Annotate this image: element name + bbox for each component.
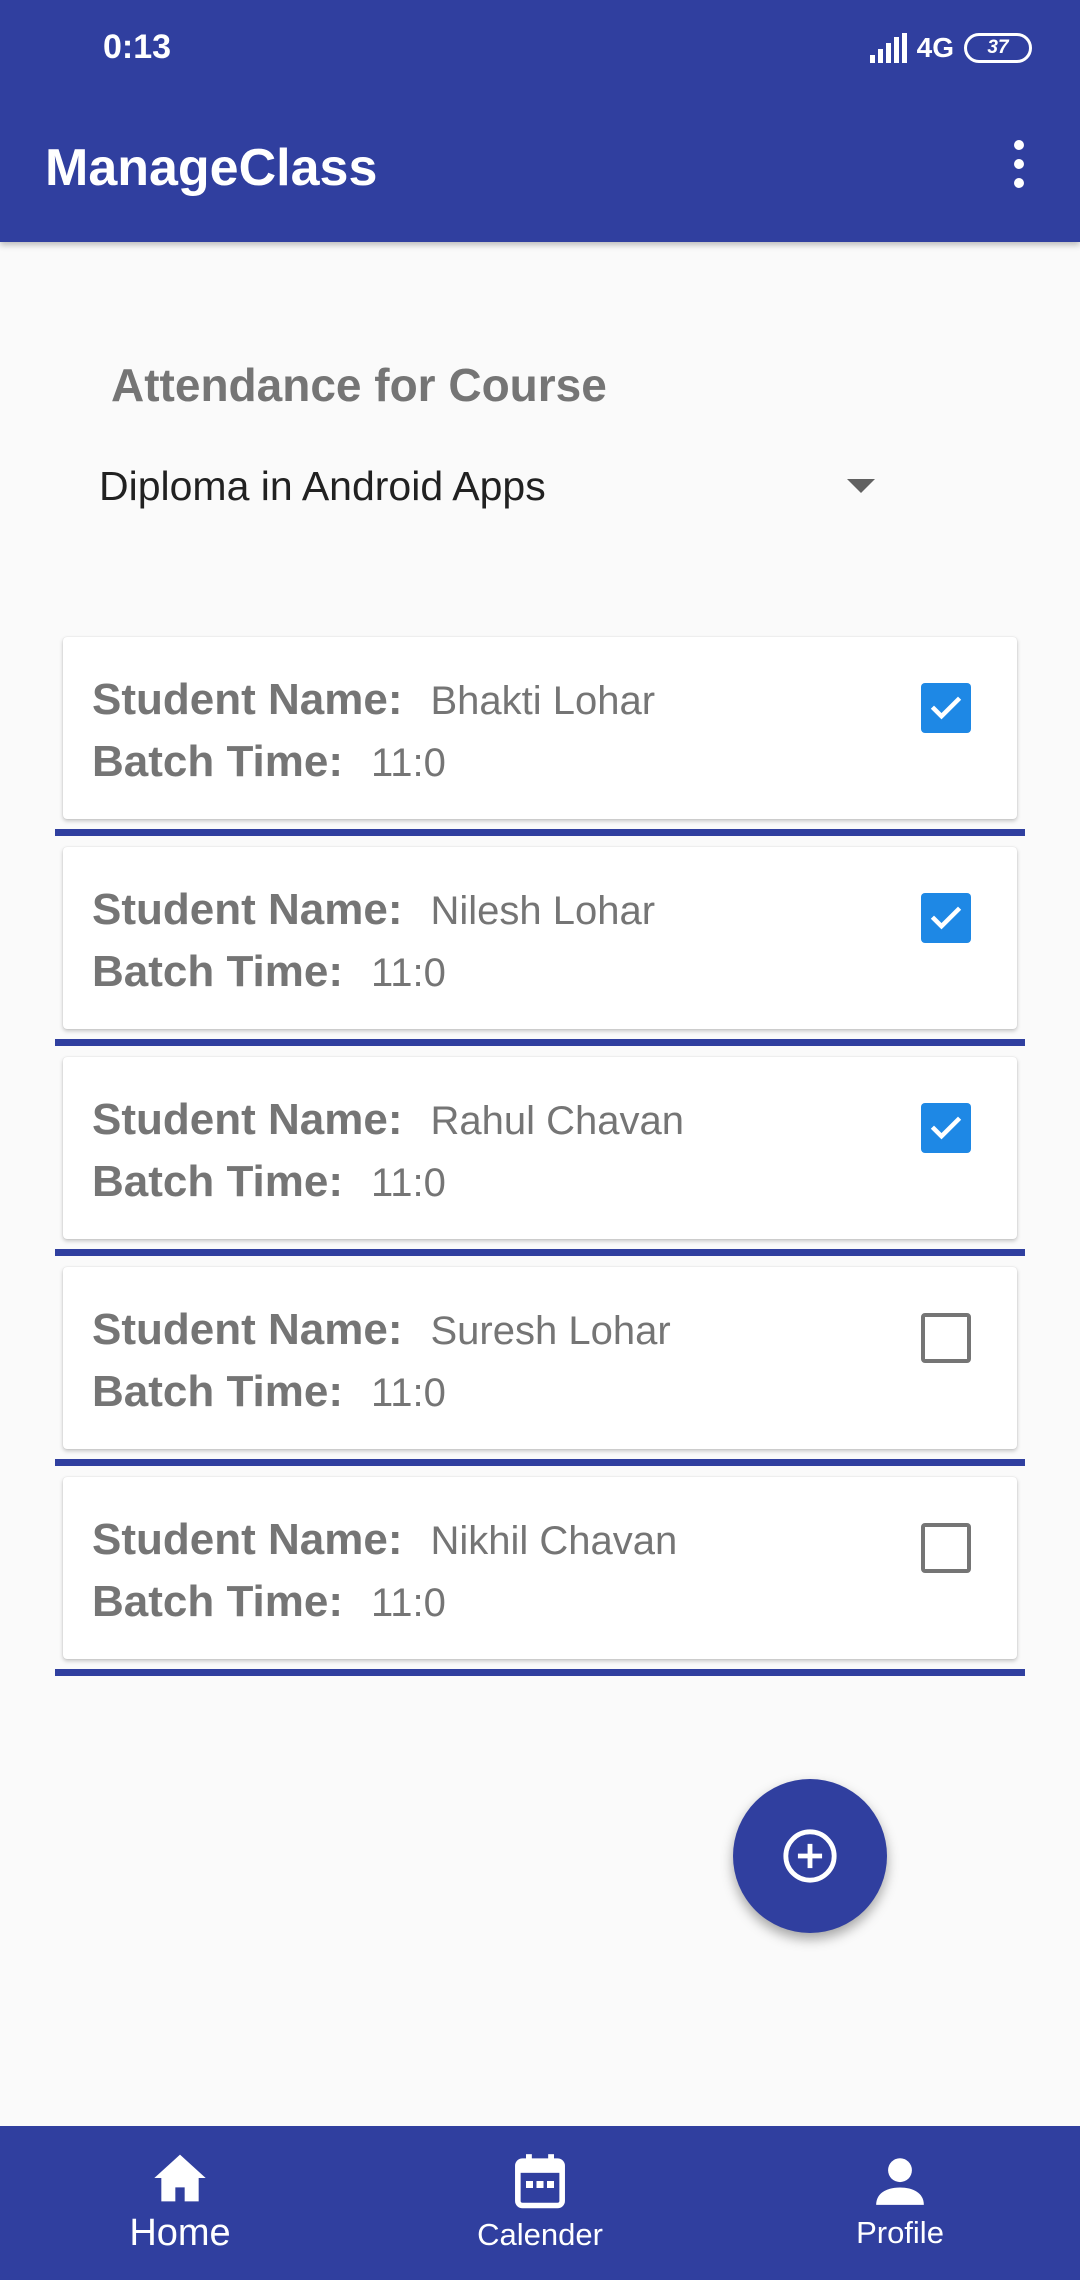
batch-time: 11:0: [371, 1161, 446, 1205]
add-circle-icon: [783, 1829, 837, 1883]
calendar-icon: [515, 2154, 565, 2209]
status-indicators: 4G 37: [869, 28, 1032, 68]
student-card: Student Name: Nikhil Chavan Batch Time: …: [63, 1477, 1017, 1659]
batch-time: 11:0: [371, 951, 446, 995]
student-name: Nikhil Chavan: [430, 1519, 678, 1563]
network-type: 4G: [916, 32, 954, 63]
student-name-label: Student Name:: [92, 1515, 403, 1564]
batch-time: 11:0: [371, 1581, 446, 1625]
nav-calender-label: Calender: [477, 2217, 603, 2252]
attendance-checkbox[interactable]: [921, 1313, 971, 1363]
student-name: Suresh Lohar: [430, 1309, 671, 1353]
batch-time-label: Batch Time:: [92, 737, 344, 786]
attendance-checkbox[interactable]: [921, 1103, 971, 1153]
course-dropdown[interactable]: Diploma in Android Apps: [99, 450, 899, 522]
student-name-label: Student Name:: [92, 1305, 403, 1354]
card-divider: [55, 1039, 1025, 1046]
app-title: ManageClass: [45, 139, 378, 197]
signal-icon: [869, 33, 907, 63]
add-fab-button[interactable]: [733, 1779, 887, 1933]
card-divider: [55, 1669, 1025, 1676]
batch-time-label: Batch Time:: [92, 1577, 344, 1626]
student-name-label: Student Name:: [92, 675, 403, 724]
battery-level: 37: [987, 37, 1009, 58]
bottom-navigation: Home Calender Profile: [0, 2126, 1080, 2280]
attendance-heading: Attendance for Course: [111, 359, 607, 411]
selected-course: Diploma in Android Apps: [99, 462, 546, 509]
student-name-label: Student Name:: [92, 885, 403, 934]
student-card: Student Name: Bhakti Lohar Batch Time: 1…: [63, 637, 1017, 819]
person-icon: [876, 2158, 924, 2205]
attendance-checkbox[interactable]: [921, 893, 971, 943]
student-name-label: Student Name:: [92, 1095, 403, 1144]
home-icon: [154, 2154, 206, 2201]
batch-time: 11:0: [371, 1371, 446, 1415]
nav-home[interactable]: Home: [0, 2126, 360, 2280]
student-name: Bhakti Lohar: [430, 679, 656, 723]
check-icon: [930, 696, 962, 720]
check-icon: [930, 1116, 962, 1140]
student-card: Student Name: Nilesh Lohar Batch Time: 1…: [63, 847, 1017, 1029]
nav-profile[interactable]: Profile: [720, 2126, 1080, 2280]
dropdown-arrow-icon: [847, 479, 875, 493]
attendance-checkbox[interactable]: [921, 1523, 971, 1573]
card-divider: [55, 1459, 1025, 1466]
battery-icon: 37: [964, 33, 1032, 63]
nav-calender[interactable]: Calender: [360, 2126, 720, 2280]
nav-profile-label: Profile: [856, 2215, 944, 2250]
student-name: Nilesh Lohar: [430, 889, 656, 933]
status-time: 0:13: [103, 28, 172, 66]
card-divider: [55, 829, 1025, 836]
batch-time: 11:0: [371, 741, 446, 785]
batch-time-label: Batch Time:: [92, 1157, 344, 1206]
student-card: Student Name: Rahul Chavan Batch Time: 1…: [63, 1057, 1017, 1239]
card-divider: [55, 1249, 1025, 1256]
nav-home-label: Home: [129, 2211, 231, 2254]
batch-time-label: Batch Time:: [92, 947, 344, 996]
app-bar: 0:13 4G 37 ManageClass: [0, 0, 1080, 242]
more-vert-icon[interactable]: [1004, 136, 1034, 192]
attendance-checkbox[interactable]: [921, 683, 971, 733]
check-icon: [930, 906, 962, 930]
batch-time-label: Batch Time:: [92, 1367, 344, 1416]
student-name: Rahul Chavan: [430, 1099, 684, 1143]
student-card: Student Name: Suresh Lohar Batch Time: 1…: [63, 1267, 1017, 1449]
